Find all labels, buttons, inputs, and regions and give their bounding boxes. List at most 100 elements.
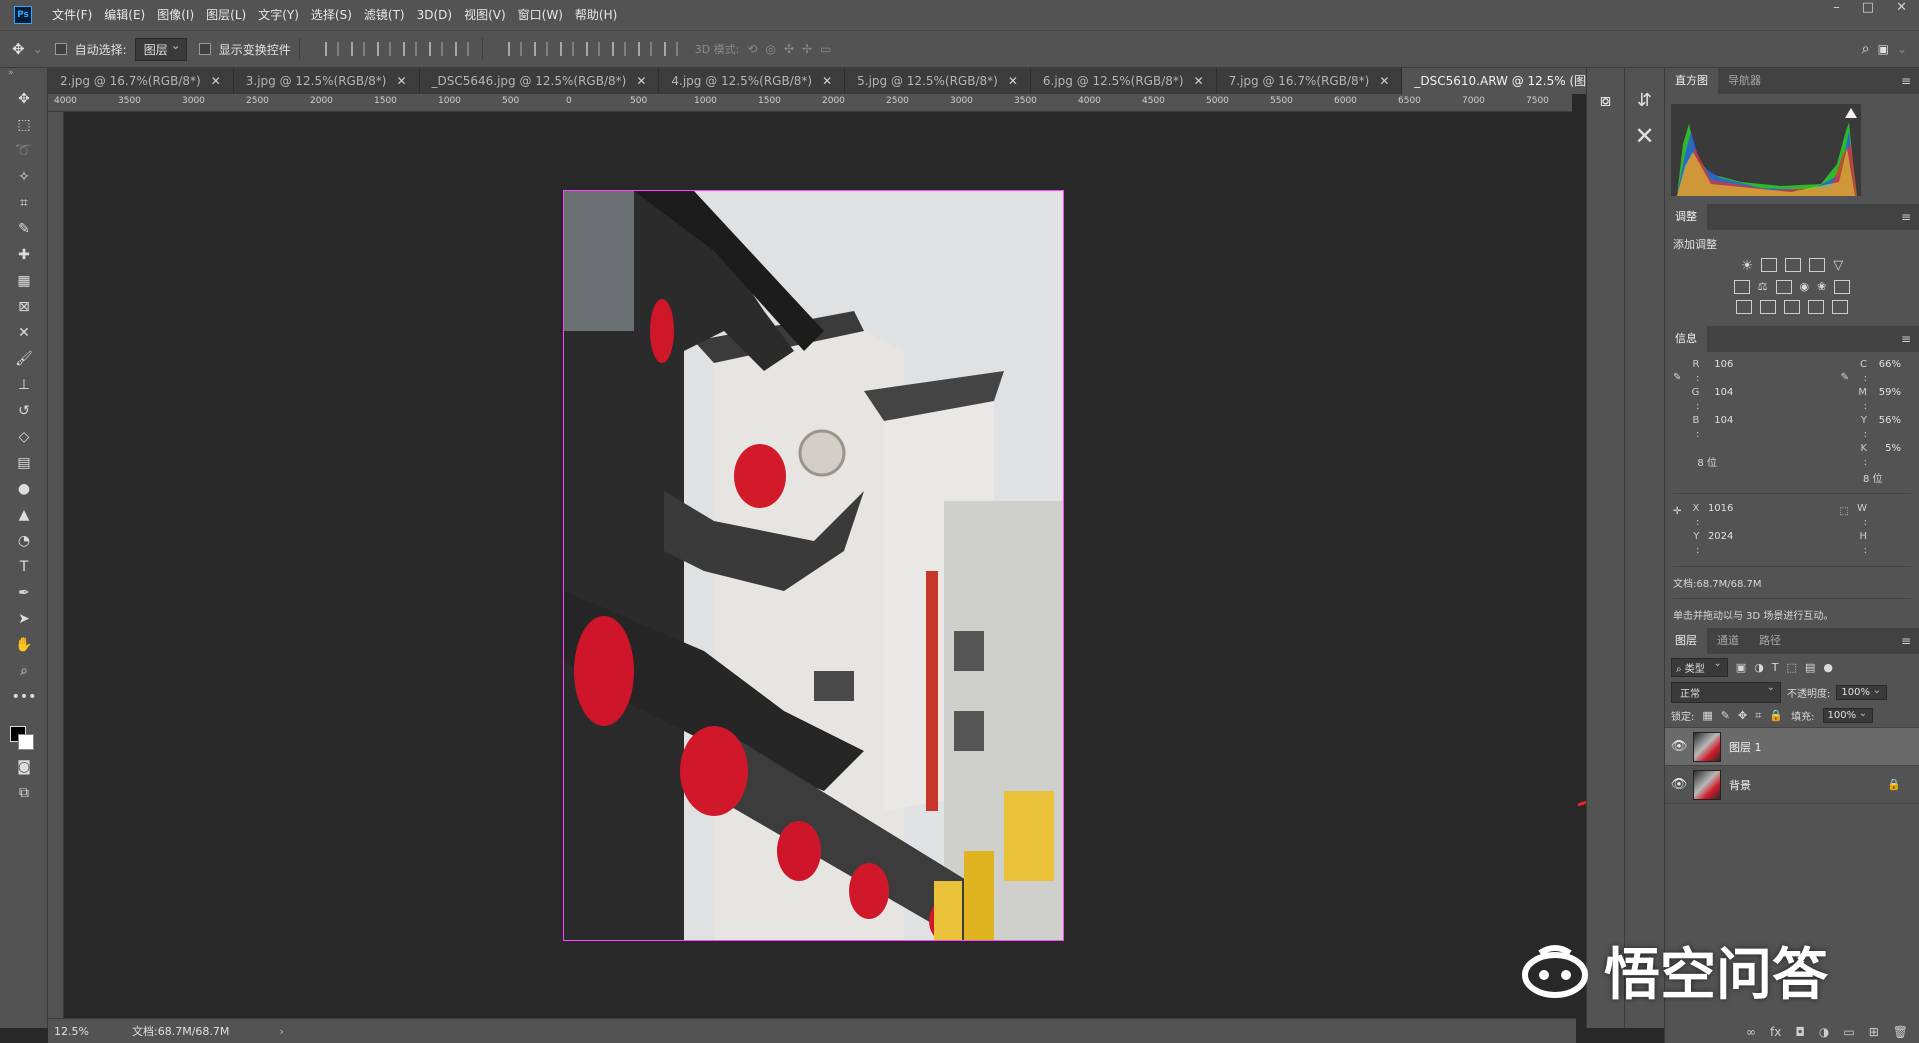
menu-image[interactable]: 图像(I) — [151, 0, 200, 30]
menu-3d[interactable]: 3D(D) — [411, 0, 458, 30]
3d-roll-icon[interactable]: ◎ — [765, 42, 775, 56]
selective-color-icon[interactable] — [1808, 300, 1824, 314]
layer-row-layer1[interactable]: 👁 图层 1 — [1665, 728, 1919, 766]
menu-select[interactable]: 选择(S) — [305, 0, 358, 30]
more-tools-icon[interactable]: ••• — [0, 684, 48, 710]
menu-edit[interactable]: 编辑(E) — [98, 0, 151, 30]
marquee-tool-icon[interactable]: ⬚ — [0, 112, 48, 138]
tab-4-jpg[interactable]: 4.jpg @ 12.5%(RGB/8*) ✕ — [659, 68, 846, 94]
close-icon[interactable]: ✕ — [396, 68, 406, 94]
tab-adjustments[interactable]: 调整 — [1665, 204, 1707, 230]
menu-layer[interactable]: 图层(L) — [200, 0, 252, 30]
gradient-tool-icon[interactable]: ▤ — [0, 450, 48, 476]
dodge-tool-icon[interactable]: ◔ — [0, 528, 48, 554]
filter-toggle-icon[interactable]: ● — [1823, 661, 1833, 674]
auto-align-icon[interactable] — [663, 42, 678, 56]
clone-stamp-tool-icon[interactable]: ⊥ — [0, 372, 48, 398]
threshold-icon[interactable] — [1784, 300, 1800, 314]
tab-layers[interactable]: 图层 — [1665, 628, 1707, 654]
tab-2-jpg[interactable]: 2.jpg @ 16.7%(RGB/8*) ✕ — [48, 68, 234, 94]
new-layer-icon[interactable]: ⊞ — [1869, 1025, 1879, 1039]
black-white-icon[interactable] — [1775, 280, 1792, 294]
align-right-icon[interactable] — [454, 42, 469, 56]
distribute-right-icon[interactable] — [637, 42, 652, 56]
pen-tool-icon[interactable]: ✒ — [0, 580, 48, 606]
screen-mode-icon[interactable]: ⧉ — [0, 780, 48, 806]
lock-artboard-icon[interactable]: ⌗ — [1755, 709, 1761, 723]
blend-mode-dropdown[interactable]: 正常 — [1671, 681, 1781, 703]
invert-icon[interactable] — [1736, 300, 1752, 314]
distribute-hcenter-icon[interactable] — [611, 42, 626, 56]
minimize-icon[interactable]: – — [1833, 0, 1840, 22]
maximize-icon[interactable]: □ — [1862, 0, 1874, 22]
workspace-icon[interactable]: ▣ — [1878, 42, 1889, 56]
delete-layer-icon[interactable]: 🗑 — [1893, 1025, 1908, 1039]
lasso-tool-icon[interactable]: ➰ — [0, 138, 48, 164]
menu-help[interactable]: 帮助(H) — [569, 0, 623, 30]
patch-tool-icon[interactable]: ▦ — [0, 268, 48, 294]
content-aware-move-icon[interactable]: ✕ — [0, 320, 48, 346]
hand-tool-icon[interactable]: ✋ — [0, 632, 48, 658]
align-top-icon[interactable] — [324, 42, 339, 56]
eye-icon[interactable]: 👁 — [1665, 739, 1693, 754]
close-icon[interactable]: ✕ — [1379, 68, 1389, 94]
fill-input[interactable]: 100% — [1822, 708, 1874, 723]
close-icon[interactable]: ✕ — [1194, 68, 1204, 94]
type-tool-icon[interactable]: T — [0, 554, 48, 580]
add-mask-icon[interactable]: ◘ — [1795, 1025, 1805, 1039]
align-hcenter-icon[interactable] — [428, 42, 443, 56]
vibrance-icon[interactable]: ▽ — [1833, 258, 1843, 274]
exposure-icon[interactable] — [1809, 258, 1826, 272]
close-icon[interactable]: ✕ — [211, 68, 221, 94]
hue-saturation-icon[interactable] — [1733, 280, 1750, 294]
document-canvas[interactable] — [563, 190, 1064, 941]
panel-menu-icon[interactable]: ≡ — [1901, 74, 1911, 88]
panel-menu-icon[interactable]: ≡ — [1901, 332, 1911, 346]
tab-7-jpg[interactable]: 7.jpg @ 16.7%(RGB/8*) ✕ — [1217, 68, 1403, 94]
brush-tool-icon[interactable]: 🖌 — [0, 346, 48, 372]
layer-style-icon[interactable]: fx — [1770, 1025, 1781, 1039]
lock-transparent-icon[interactable]: ▦ — [1702, 709, 1712, 722]
align-bottom-icon[interactable] — [376, 42, 391, 56]
distribute-top-icon[interactable] — [507, 42, 522, 56]
vertical-ruler[interactable] — [48, 112, 64, 1018]
show-transform-checkbox[interactable] — [198, 43, 211, 55]
tab-3-jpg[interactable]: 3.jpg @ 12.5%(RGB/8*) ✕ — [234, 68, 420, 94]
filter-pixel-icon[interactable]: ▣ — [1736, 661, 1746, 674]
link-layers-icon[interactable]: ∞ — [1746, 1025, 1756, 1039]
history-brush-tool-icon[interactable]: ↺ — [0, 398, 48, 424]
align-vcenter-icon[interactable] — [350, 42, 365, 56]
zoom-level[interactable]: 12.5% — [54, 1025, 124, 1038]
tool-preset-chevron-icon[interactable]: ⌄ — [33, 42, 43, 56]
healing-brush-tool-icon[interactable]: ✚ — [0, 242, 48, 268]
layer-row-background[interactable]: 👁 背景 🔒 — [1665, 766, 1919, 804]
menu-file[interactable]: 文件(F) — [46, 0, 98, 30]
menu-filter[interactable]: 滤镜(T) — [358, 0, 411, 30]
distribute-left-icon[interactable] — [585, 42, 600, 56]
gradient-map-icon[interactable] — [1832, 300, 1848, 314]
tab-navigator[interactable]: 导航器 — [1718, 68, 1771, 94]
tab-channels[interactable]: 通道 — [1707, 628, 1749, 654]
filter-smart-object-icon[interactable]: ▤ — [1805, 661, 1815, 674]
tab-paths[interactable]: 路径 — [1749, 628, 1791, 654]
color-swatches[interactable] — [0, 710, 47, 754]
filter-type-icon[interactable]: T — [1772, 661, 1779, 674]
toolbar-collapse-icon[interactable]: » — [0, 68, 47, 86]
tab-info[interactable]: 信息 — [1665, 326, 1707, 352]
3d-scale-icon[interactable]: ▭ — [820, 42, 831, 56]
crop-tool-icon[interactable]: ⌗ — [0, 190, 48, 216]
magic-wand-tool-icon[interactable]: ✧ — [0, 164, 48, 190]
lock-all-icon[interactable]: 🔒 — [1769, 709, 1783, 722]
blur-tool-icon[interactable]: ● — [0, 476, 48, 502]
levels-icon[interactable] — [1761, 258, 1778, 272]
menu-type[interactable]: 文字(Y) — [252, 0, 305, 30]
panel-menu-icon[interactable]: ≡ — [1901, 634, 1911, 648]
status-expand-icon[interactable]: › — [279, 1025, 283, 1038]
zoom-tool-icon[interactable]: ⌕ — [0, 658, 48, 684]
channel-mixer-icon[interactable]: ❀ — [1817, 280, 1826, 294]
properties-panel-icon[interactable]: ⧇ — [1587, 82, 1624, 118]
quick-mask-icon[interactable]: ◙ — [0, 754, 48, 780]
eraser-tool-icon[interactable]: ◇ — [0, 424, 48, 450]
tab-5-jpg[interactable]: 5.jpg @ 12.5%(RGB/8*) ✕ — [845, 68, 1031, 94]
tab-6-jpg[interactable]: 6.jpg @ 12.5%(RGB/8*) ✕ — [1031, 68, 1217, 94]
